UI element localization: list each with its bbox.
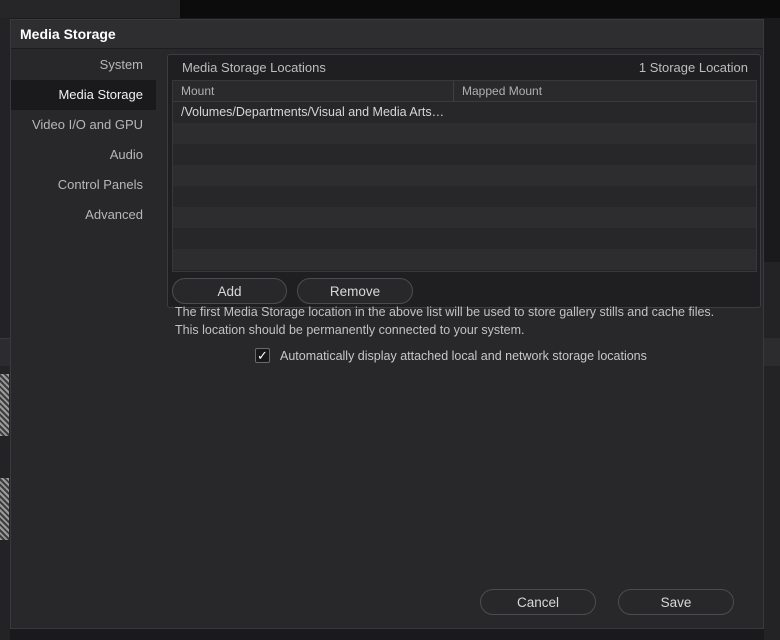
auto-display-option: ✓ Automatically display attached local a… <box>255 348 647 363</box>
dialog-title: Media Storage <box>11 20 763 49</box>
table-body: /Volumes/Departments/Visual and Media Ar… <box>173 102 756 270</box>
cancel-button[interactable]: Cancel <box>480 589 596 615</box>
checkmark-icon: ✓ <box>257 348 268 363</box>
sidebar-item-media-storage[interactable]: Media Storage <box>11 80 156 110</box>
sidebar-item-system[interactable]: System <box>11 50 156 80</box>
note-line-2: This location should be permanently conn… <box>175 323 525 337</box>
remove-button[interactable]: Remove <box>297 278 413 304</box>
storage-locations-panel: Media Storage Locations 1 Storage Locati… <box>167 54 761 308</box>
storage-note: The first Media Storage location in the … <box>175 303 745 339</box>
panel-header: Media Storage Locations 1 Storage Locati… <box>168 55 760 80</box>
storage-table: Mount Mapped Mount /Volumes/Departments/… <box>172 80 757 272</box>
add-button[interactable]: Add <box>172 278 287 304</box>
sidebar-item-audio[interactable]: Audio <box>11 140 156 170</box>
background-left-panel <box>0 18 10 640</box>
empty-row <box>173 249 756 270</box>
background-thumbnail <box>0 478 9 540</box>
empty-row <box>173 123 756 144</box>
sidebar-item-advanced[interactable]: Advanced <box>11 200 156 230</box>
sidebar-item-video-io-gpu[interactable]: Video I/O and GPU <box>11 110 156 140</box>
background-right-panel <box>764 262 780 640</box>
table-row[interactable]: /Volumes/Departments/Visual and Media Ar… <box>173 102 756 123</box>
mount-path: /Volumes/Departments/Visual and Media Ar… <box>181 105 445 119</box>
preferences-sidebar: System Media Storage Video I/O and GPU A… <box>11 50 156 230</box>
auto-display-label[interactable]: Automatically display attached local and… <box>280 349 647 363</box>
empty-row <box>173 165 756 186</box>
background-left-strip <box>0 338 10 366</box>
empty-row <box>173 144 756 165</box>
table-header: Mount Mapped Mount <box>173 81 756 102</box>
empty-row <box>173 186 756 207</box>
auto-display-checkbox[interactable]: ✓ <box>255 348 270 363</box>
empty-row <box>173 228 756 249</box>
note-line-1: The first Media Storage location in the … <box>175 305 715 319</box>
section-title: Media Storage Locations <box>182 60 326 75</box>
background-thumbnail <box>0 374 9 436</box>
column-header-mapped-mount[interactable]: Mapped Mount <box>454 81 542 101</box>
column-header-mount[interactable]: Mount <box>173 81 454 101</box>
empty-row <box>173 207 756 228</box>
background-viewer-area <box>180 0 780 18</box>
save-button[interactable]: Save <box>618 589 734 615</box>
sidebar-item-control-panels[interactable]: Control Panels <box>11 170 156 200</box>
storage-count: 1 Storage Location <box>638 60 748 75</box>
background-right-strip <box>764 338 780 366</box>
